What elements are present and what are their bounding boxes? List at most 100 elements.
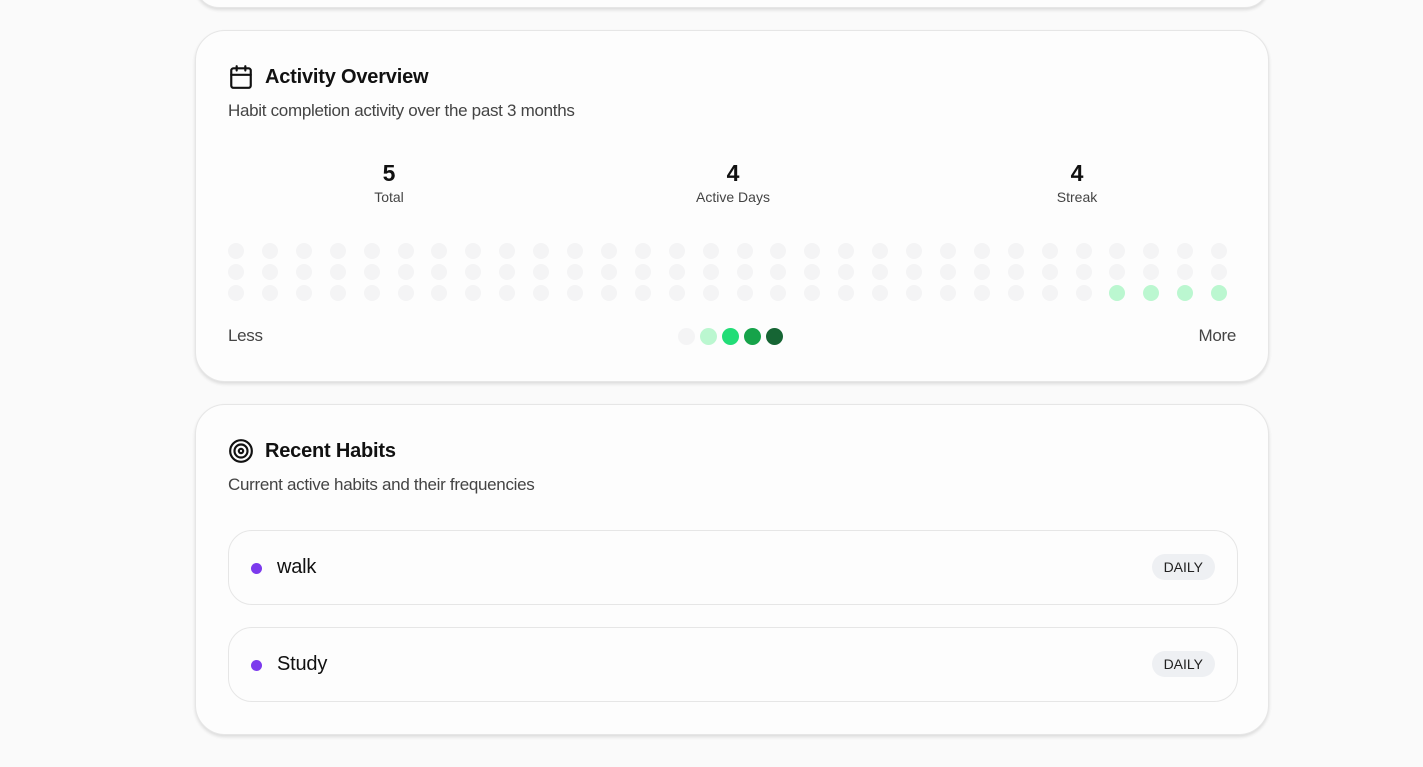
stat-streak: 4 Streak bbox=[977, 159, 1177, 205]
habit-color-dot bbox=[251, 660, 262, 671]
heatmap-cell bbox=[906, 243, 922, 259]
habit-name: Study bbox=[277, 653, 328, 675]
activity-title: Activity Overview bbox=[265, 65, 429, 88]
legend-swatches bbox=[678, 328, 783, 345]
heatmap-cell bbox=[329, 243, 346, 259]
heatmap-cell bbox=[1211, 243, 1228, 259]
heatmap-cell bbox=[906, 264, 922, 280]
heatmap-cell bbox=[600, 264, 617, 280]
heatmap-cell bbox=[397, 243, 414, 259]
heatmap-cell bbox=[939, 285, 956, 301]
heatmap-cell bbox=[228, 285, 244, 301]
heatmap-cell bbox=[431, 264, 448, 280]
heatmap-cell bbox=[770, 243, 787, 259]
heatmap-cell bbox=[1041, 264, 1058, 280]
heatmap-cell bbox=[668, 264, 685, 280]
heatmap-cell bbox=[533, 243, 550, 259]
previous-card bbox=[195, 0, 1269, 8]
heatmap-cell bbox=[228, 264, 244, 280]
heatmap-cell bbox=[567, 264, 583, 280]
heatmap-cell bbox=[1143, 264, 1160, 280]
heatmap-cell bbox=[770, 285, 787, 301]
heatmap-cell bbox=[1075, 285, 1092, 301]
stat-active-days-label: Active Days bbox=[696, 189, 770, 205]
heatmap-cell bbox=[465, 243, 482, 259]
heatmap-cell bbox=[431, 285, 448, 301]
heatmap-cell bbox=[1075, 243, 1092, 259]
heatmap-cell bbox=[804, 243, 821, 259]
heatmap-cell bbox=[295, 285, 312, 301]
habits-header: Recent Habits bbox=[228, 438, 396, 464]
recent-habits-card: Recent Habits Current active habits and … bbox=[195, 404, 1269, 735]
heatmap-cell bbox=[329, 285, 346, 301]
heatmap-cell bbox=[261, 285, 278, 301]
heatmap-cell bbox=[1109, 264, 1126, 280]
heatmap-cell bbox=[567, 243, 583, 259]
heatmap-cell bbox=[567, 285, 583, 301]
heatmap-cell bbox=[397, 264, 414, 280]
heatmap-cell bbox=[1007, 264, 1024, 280]
stat-total-value: 5 bbox=[382, 160, 396, 186]
heatmap-cell bbox=[295, 243, 312, 259]
stat-total: 5 Total bbox=[289, 159, 489, 205]
heatmap-cell bbox=[906, 285, 922, 301]
activity-subtitle: Habit completion activity over the past … bbox=[228, 101, 575, 120]
heatmap-cell bbox=[1143, 243, 1160, 259]
heatmap-cell bbox=[363, 264, 380, 280]
stat-active-days: 4 Active Days bbox=[633, 159, 833, 205]
heatmap-cell bbox=[1177, 264, 1194, 280]
habit-row-study[interactable]: Study DAILY bbox=[228, 627, 1238, 702]
legend-swatch-level-1 bbox=[700, 328, 717, 345]
heatmap-cell bbox=[838, 264, 855, 280]
heatmap-cell bbox=[431, 243, 448, 259]
activity-heatmap bbox=[228, 243, 1238, 303]
heatmap-cell bbox=[1007, 243, 1024, 259]
heatmap-cell bbox=[702, 243, 719, 259]
heatmap-cell bbox=[499, 243, 516, 259]
calendar-icon bbox=[228, 64, 254, 90]
legend-swatch-level-0 bbox=[678, 328, 695, 345]
legend-more-label: More bbox=[1198, 326, 1236, 345]
heatmap-cell bbox=[770, 264, 787, 280]
heatmap-cell bbox=[939, 243, 956, 259]
heatmap-cell bbox=[1143, 285, 1160, 301]
target-icon bbox=[228, 438, 254, 464]
heatmap-cell bbox=[600, 285, 617, 301]
heatmap-cell bbox=[838, 243, 855, 259]
heatmap-cell bbox=[1041, 285, 1058, 301]
heatmap-cell bbox=[736, 264, 753, 280]
habit-row-walk[interactable]: walk DAILY bbox=[228, 530, 1238, 605]
stat-total-label: Total bbox=[374, 189, 404, 205]
heatmap-cell bbox=[634, 243, 651, 259]
heatmap-cell bbox=[533, 285, 550, 301]
heatmap-cell bbox=[363, 285, 380, 301]
heatmap-cell bbox=[973, 243, 990, 259]
stat-streak-label: Streak bbox=[1056, 189, 1098, 205]
stat-active-days-value: 4 bbox=[726, 160, 740, 186]
heatmap-cell bbox=[363, 243, 380, 259]
heatmap-cell bbox=[600, 243, 617, 259]
heatmap-cell bbox=[804, 264, 821, 280]
heatmap-cell bbox=[736, 285, 753, 301]
legend-less-label: Less bbox=[228, 326, 263, 345]
heatmap-cell bbox=[838, 285, 855, 301]
heatmap-cell bbox=[1041, 243, 1058, 259]
heatmap-cell bbox=[261, 243, 278, 259]
heatmap-cell bbox=[736, 243, 753, 259]
heatmap-cell bbox=[1109, 285, 1126, 301]
heatmap-cell bbox=[465, 264, 482, 280]
heatmap-cell bbox=[634, 264, 651, 280]
habit-name: walk bbox=[277, 556, 317, 578]
legend-swatch-level-2 bbox=[722, 328, 739, 345]
heatmap-cell bbox=[1177, 285, 1194, 301]
habit-frequency-badge: DAILY bbox=[1151, 651, 1215, 677]
heatmap-cell bbox=[1007, 285, 1024, 301]
heatmap-cell bbox=[499, 285, 516, 301]
heatmap-cell bbox=[465, 285, 482, 301]
heatmap-cell bbox=[872, 285, 889, 301]
heatmap-cell bbox=[1211, 285, 1228, 301]
heatmap-cell bbox=[499, 264, 516, 280]
heatmap-cell bbox=[668, 243, 685, 259]
legend-swatch-level-4 bbox=[766, 328, 783, 345]
heatmap-cell bbox=[804, 285, 821, 301]
